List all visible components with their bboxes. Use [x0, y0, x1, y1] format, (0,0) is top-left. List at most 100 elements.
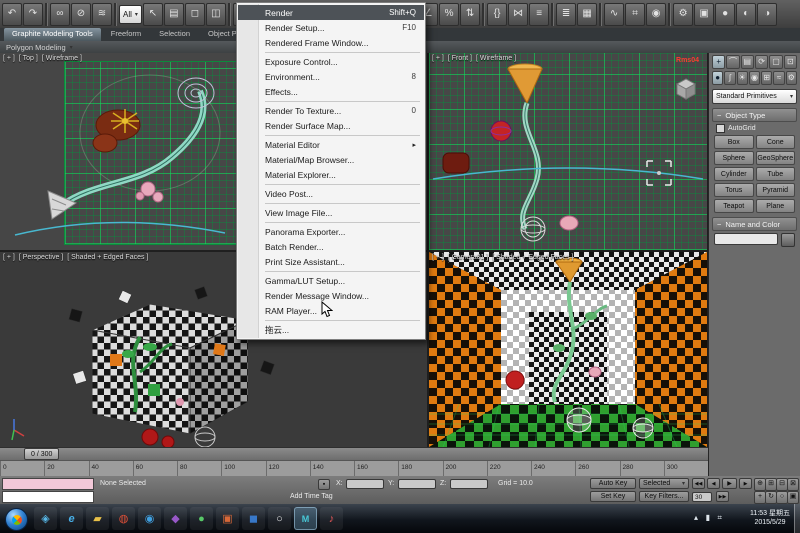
chrome-icon[interactable]: ◍ — [112, 507, 135, 530]
menu-item-render[interactable]: RenderShift+Q — [238, 5, 424, 20]
rendered-frame-window-icon[interactable]: ▣ — [694, 3, 714, 26]
object-name-input[interactable] — [714, 233, 778, 245]
network-icon[interactable]: ⌗ — [717, 513, 722, 523]
tab-freeform[interactable]: Freeform — [103, 28, 149, 41]
space-warps-category-icon[interactable]: ≈ — [773, 71, 784, 85]
menu-item-material-explorer[interactable]: Material Explorer... — [238, 167, 424, 182]
previous-frame-button[interactable]: ◀ — [707, 478, 720, 489]
menu-item-gamma-lut-setup[interactable]: Gamma/LUT Setup... — [238, 273, 424, 288]
unlink-selection-icon[interactable]: ⊘ — [71, 3, 91, 26]
quick-render-icon[interactable]: ◑ — [757, 3, 777, 26]
max-icon[interactable]: M — [294, 507, 317, 530]
menu-item-effects[interactable]: Effects... — [238, 84, 424, 99]
select-by-name-icon[interactable]: ▤ — [164, 3, 184, 26]
taskbar-app-7-icon[interactable]: ♪ — [320, 507, 343, 530]
cylinder-button[interactable]: Cylinder — [714, 167, 754, 181]
menu-item-panorama-exporter[interactable]: Panorama Exporter... — [238, 224, 424, 239]
zoom-extents-all-icon[interactable]: ⊠ — [787, 478, 799, 491]
maximize-viewport-icon[interactable]: ▣ — [787, 491, 799, 504]
taskbar-app-5-icon[interactable]: ◼ — [242, 507, 265, 530]
geometry-category-icon[interactable]: ● — [712, 71, 723, 85]
display-tab-icon[interactable]: ▢ — [769, 55, 782, 69]
window-crossing-icon[interactable]: ◫ — [206, 3, 226, 26]
add-time-tag[interactable]: Add Time Tag — [290, 493, 333, 500]
viewport-name-bracket[interactable]: [ Top ] — [19, 55, 38, 62]
utilities-tab-icon[interactable]: ⊡ — [784, 55, 797, 69]
current-frame-field[interactable]: 30 — [692, 492, 712, 502]
box-button[interactable]: Box — [714, 135, 754, 149]
z-coordinate-field[interactable] — [450, 479, 488, 489]
material-editor-icon[interactable]: ◉ — [646, 3, 666, 26]
viewport-menu-bracket[interactable]: [ + ] — [432, 254, 444, 261]
name-and-color-rollout[interactable]: − Name and Color — [712, 217, 797, 231]
render-setup-icon[interactable]: ⚙ — [673, 3, 693, 26]
tube-button[interactable]: Tube — [756, 167, 796, 181]
sphere-button[interactable]: Sphere — [714, 151, 754, 165]
layer-manager-icon[interactable]: ≣ — [556, 3, 576, 26]
shapes-category-icon[interactable]: ∫ — [724, 71, 735, 85]
primitive-category-dropdown[interactable]: Standard Primitives▾ — [712, 89, 797, 104]
lights-category-icon[interactable]: ☀ — [737, 71, 748, 85]
curve-editor-icon[interactable]: ∿ — [604, 3, 624, 26]
viewport-name-bracket[interactable]: [ Camera01 ] — [448, 254, 488, 261]
viewport-name-bracket[interactable]: [ Front ] — [448, 55, 472, 62]
taskbar-app-4-icon[interactable]: ▣ — [216, 507, 239, 530]
viewport-front[interactable]: [ + ] [ Front ] [ Wireframe ] Rms04 — [429, 53, 707, 250]
maxscript-listener-white[interactable] — [2, 491, 94, 503]
next-frame-button[interactable]: ▶ — [739, 478, 752, 489]
goto-start-button[interactable]: ◀◀ — [692, 478, 705, 489]
menu-item-rendered-frame-window[interactable]: Rendered Frame Window... — [238, 35, 424, 50]
selection-lock-toggle[interactable]: ▪ — [318, 479, 330, 490]
align-icon[interactable]: ≡ — [529, 3, 549, 26]
menu-item-environment[interactable]: Environment...8 — [238, 69, 424, 84]
render-iterative-icon[interactable]: ◐ — [736, 3, 756, 26]
cone-button[interactable]: Cone — [756, 135, 796, 149]
object-color-swatch[interactable] — [781, 233, 795, 247]
viewcube[interactable] — [673, 75, 699, 101]
viewport-shading-bracket[interactable]: [ Shaded + Edged Faces ] — [492, 254, 573, 261]
menu-item-print-size-assistant[interactable]: Print Size Assistant... — [238, 254, 424, 269]
redo-icon[interactable]: ↷ — [23, 3, 43, 26]
maxscript-listener-pink[interactable] — [2, 478, 94, 490]
clock[interactable]: 11:53 星期五 2015/5/29 — [750, 509, 790, 527]
rectangular-selection-icon[interactable]: ◻ — [185, 3, 205, 26]
select-object-icon[interactable]: ↖ — [143, 3, 163, 26]
tray-expand-icon[interactable]: ▴ — [694, 513, 698, 522]
schematic-view-icon[interactable]: ⌗ — [625, 3, 645, 26]
bind-to-space-warp-icon[interactable]: ≋ — [92, 3, 112, 26]
menu-item-batch-render[interactable]: Batch Render... — [238, 239, 424, 254]
create-tab-icon[interactable]: + — [712, 55, 725, 69]
taskbar-app-3-icon[interactable]: ● — [190, 507, 213, 530]
viewport-shading-bracket[interactable]: [ Wireframe ] — [42, 55, 82, 62]
play-button[interactable]: ▶ — [722, 478, 737, 489]
mirror-icon[interactable]: ⋈ — [508, 3, 528, 26]
track-bar[interactable]: 0 20 40 60 80 100 120 140 160 180 200 22… — [0, 460, 708, 476]
menu-item-material-editor[interactable]: Material Editor▸ — [238, 137, 424, 152]
plane-button[interactable]: Plane — [756, 199, 796, 213]
menu-item-material-map-browser[interactable]: Material/Map Browser... — [238, 152, 424, 167]
pyramid-button[interactable]: Pyramid — [756, 183, 796, 197]
set-key-button[interactable]: Set Key — [590, 491, 636, 502]
taskbar-app-1-icon[interactable]: ◈ — [34, 507, 57, 530]
selection-filter-dropdown[interactable]: All▾ — [119, 5, 142, 24]
tab-graphite-modeling-tools[interactable]: Graphite Modeling Tools — [4, 28, 101, 41]
x-coordinate-field[interactable] — [346, 479, 384, 489]
goto-end-button[interactable]: ▶▶ — [716, 491, 729, 502]
modify-tab-icon[interactable]: ⌒ — [726, 55, 739, 69]
selection-set-dropdown[interactable]: Selected▾ — [639, 478, 689, 489]
viewport-name-bracket[interactable]: [ Perspective ] — [19, 254, 63, 261]
auto-key-button[interactable]: Auto Key — [590, 478, 636, 489]
y-coordinate-field[interactable] — [398, 479, 436, 489]
menu-item-view-image-file[interactable]: View Image File... — [238, 205, 424, 220]
torus-button[interactable]: Torus — [714, 183, 754, 197]
teapot-button[interactable]: Teapot — [714, 199, 754, 213]
menu-item-render-extra[interactable]: 拖云... — [238, 322, 424, 337]
taskbar-app-2-icon[interactable]: ◆ — [164, 507, 187, 530]
menu-item-render-setup[interactable]: Render Setup...F10 — [238, 20, 424, 35]
percent-snap-icon[interactable]: % — [439, 3, 459, 26]
key-filters-button[interactable]: Key Filters... — [639, 491, 689, 502]
hierarchy-tab-icon[interactable]: ▤ — [741, 55, 754, 69]
viewport-shading-bracket[interactable]: [ Shaded + Edged Faces ] — [67, 254, 148, 261]
named-selection-sets-icon[interactable]: {} — [487, 3, 507, 26]
media-player-icon[interactable]: ◉ — [138, 507, 161, 530]
